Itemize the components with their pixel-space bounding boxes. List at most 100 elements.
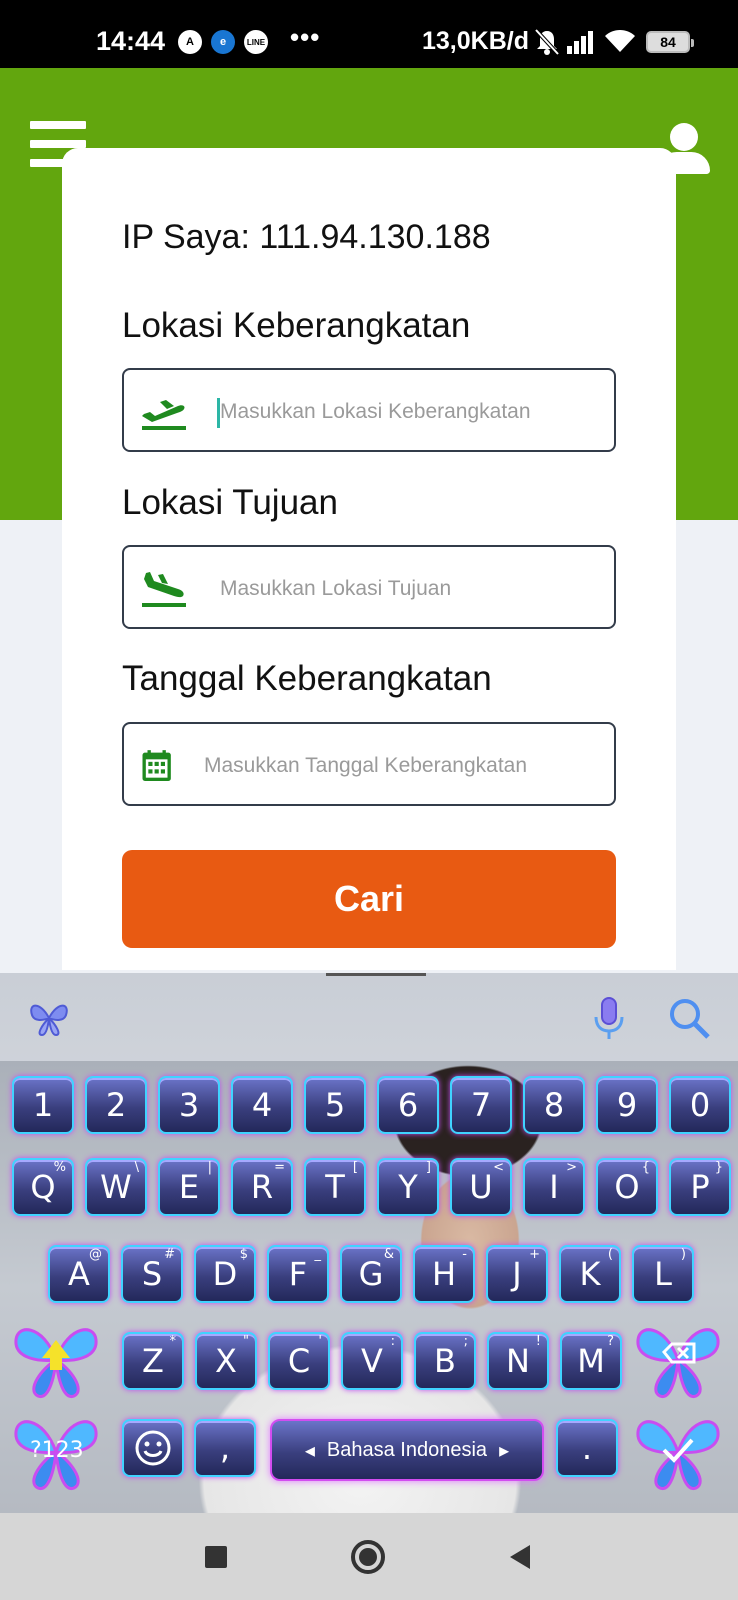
home-button[interactable] [346,1535,390,1579]
back-button[interactable] [498,1535,542,1579]
key-label: 8 [543,1086,565,1124]
key-label: 0 [689,1086,711,1124]
backspace-key[interactable] [630,1318,726,1402]
key-alt-label: ] [425,1160,431,1175]
key-alt-label: : [390,1334,395,1349]
key-n[interactable]: N! [487,1332,549,1390]
home-circle-icon [351,1540,385,1574]
language-next-icon: ▸ [499,1439,510,1462]
key-label: K [579,1255,601,1293]
key-j[interactable]: J + [486,1245,548,1303]
key-a[interactable]: A @ [48,1245,110,1303]
line-app-icon: LINE [244,30,268,54]
period-key[interactable]: . [556,1419,618,1477]
key-m[interactable]: M? [560,1332,622,1390]
key-alt-label: # [164,1247,175,1262]
key-alt-label: _ [314,1247,322,1262]
symbols-key[interactable]: ?123 [8,1410,104,1494]
key-t[interactable]: T[ [304,1158,366,1216]
key-alt-label: $ [239,1247,248,1262]
microphone-icon[interactable] [586,995,632,1041]
space-bar[interactable]: ◂ Bahasa Indonesia ▸ [270,1419,544,1481]
key-alt-label: ; [463,1334,468,1349]
key-label: 6 [397,1086,419,1124]
departure-input[interactable] [220,392,600,432]
key-9[interactable]: 9 [596,1076,658,1134]
destination-field[interactable] [122,545,616,629]
key-label: S [141,1255,163,1293]
recent-apps-button[interactable] [194,1535,238,1579]
key-alt-label: % [53,1160,66,1175]
key-e[interactable]: E | [158,1158,220,1216]
key-5[interactable]: 5 [304,1076,366,1134]
butterfly-key-icon [636,1328,720,1398]
language-prev-icon: ◂ [304,1439,315,1462]
key-6[interactable]: 6 [377,1076,439,1134]
square-icon [205,1546,227,1568]
key-0[interactable]: 0 [669,1076,731,1134]
search-icon[interactable] [666,995,712,1041]
key-r[interactable]: R = [231,1158,293,1216]
key-l[interactable]: L) [632,1245,694,1303]
key-label: J [512,1255,522,1293]
destination-input[interactable] [220,569,600,609]
key-k[interactable]: K( [559,1245,621,1303]
date-field[interactable] [122,722,616,806]
key-x[interactable]: X " [195,1332,257,1390]
key-s[interactable]: S # [121,1245,183,1303]
key-label: H [431,1255,457,1293]
key-label: V [361,1342,383,1380]
signal-icon [567,31,593,54]
symbols-key-label: ?123 [30,1438,84,1463]
shift-key[interactable] [8,1318,104,1402]
key-p[interactable]: P} [669,1158,731,1216]
key-b[interactable]: B; [414,1332,476,1390]
key-f[interactable]: F _ [267,1245,329,1303]
search-button[interactable]: Cari [122,850,616,948]
key-alt-label: " [243,1334,249,1349]
key-i[interactable]: I > [523,1158,585,1216]
key-alt-label: \ [134,1160,139,1175]
date-input[interactable] [204,746,584,786]
calendar-icon [142,750,171,781]
browser-notification-icon: e [211,30,235,54]
key-y[interactable]: Y] [377,1158,439,1216]
key-8[interactable]: 8 [523,1076,585,1134]
key-label: 4 [251,1086,273,1124]
key-q[interactable]: Q% [12,1158,74,1216]
comma-key[interactable]: , [194,1419,256,1477]
butterfly-key-icon [14,1328,98,1398]
smiley-icon [135,1430,171,1466]
key-z[interactable]: Z * [122,1332,184,1390]
key-o[interactable]: O{ [596,1158,658,1216]
key-2[interactable]: 2 [85,1076,147,1134]
app-notification-icon: A [178,30,202,54]
key-4[interactable]: 4 [231,1076,293,1134]
key-w[interactable]: W \ [85,1158,147,1216]
network-rate: 13,0KB/d [422,27,529,55]
key-7[interactable]: 7 [450,1076,512,1134]
key-3[interactable]: 3 [158,1076,220,1134]
key-label: U [469,1168,493,1206]
enter-key[interactable] [630,1410,726,1494]
key-label: I [549,1168,559,1206]
key-d[interactable]: D $ [194,1245,256,1303]
butterfly-theme-icon[interactable] [26,995,72,1041]
key-g[interactable]: G & [340,1245,402,1303]
more-notifications-icon: ••• [290,22,321,52]
key-c[interactable]: C ' [268,1332,330,1390]
key-1[interactable]: 1 [12,1076,74,1134]
key-h[interactable]: H- [413,1245,475,1303]
key-label: W [100,1168,132,1206]
key-alt-label: ! [535,1334,541,1349]
emoji-key[interactable] [122,1419,184,1477]
key-alt-label: @ [89,1247,102,1262]
departure-field[interactable] [122,368,616,452]
key-v[interactable]: V: [341,1332,403,1390]
key-label: 9 [616,1086,638,1124]
key-label: . [581,1429,593,1467]
key-alt-label: ) [680,1247,686,1262]
key-alt-label: * [169,1334,177,1349]
key-alt-label: > [566,1160,577,1175]
key-u[interactable]: U < [450,1158,512,1216]
